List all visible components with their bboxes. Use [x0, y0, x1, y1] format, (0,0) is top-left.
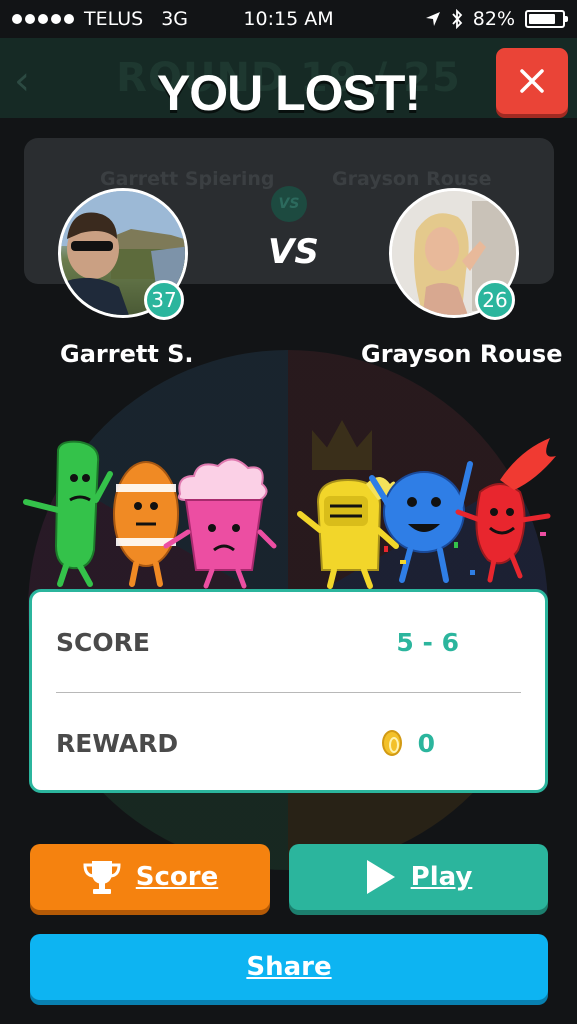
signal-strength-icon — [12, 14, 74, 24]
play-button-label: Play — [410, 862, 473, 892]
player-name-right: Grayson Rouse — [361, 340, 563, 368]
orange-character — [113, 461, 179, 587]
background-vs-badge: VS — [271, 186, 307, 222]
trophy-icon — [83, 861, 121, 894]
status-bar: TELUS 3G 10:15 AM 82% — [0, 0, 577, 38]
score-button[interactable]: Score — [30, 844, 270, 910]
result-title: YOU LOST! — [156, 65, 421, 121]
reward-value: 0 — [417, 728, 435, 758]
status-right: 82% — [425, 8, 568, 30]
reward-amount: 0 — [381, 728, 435, 758]
player-level-badge-left: 37 — [144, 280, 184, 320]
status-left: TELUS 3G — [12, 8, 188, 30]
share-button-label: Share — [246, 952, 332, 982]
reward-label: REWARD — [56, 728, 179, 758]
network-label: 3G — [161, 8, 189, 30]
player-name-left: Garrett S. — [60, 340, 194, 368]
close-button[interactable] — [496, 48, 568, 114]
score-card: SCORE 5 - 6 REWARD 0 — [29, 589, 548, 793]
reward-row: REWARD 0 — [32, 693, 545, 793]
play-button[interactable]: Play — [289, 844, 548, 910]
character-illustration — [23, 438, 556, 589]
background-left-name: Garrett Spiering — [100, 168, 275, 190]
background-right-name: Grayson Rouse — [332, 168, 492, 190]
player-level-badge-right: 26 — [475, 280, 515, 320]
score-value: 5 - 6 — [396, 627, 459, 657]
green-character — [23, 440, 113, 587]
close-icon — [520, 69, 544, 93]
play-icon — [366, 860, 395, 894]
score-button-label: Score — [135, 862, 219, 892]
location-arrow-icon — [425, 12, 440, 26]
carrier-label: TELUS — [84, 8, 144, 30]
red-character — [455, 438, 556, 583]
score-row: SCORE 5 - 6 — [32, 592, 545, 692]
score-label: SCORE — [56, 627, 150, 657]
battery-percent: 82% — [472, 8, 515, 30]
vs-label: VS — [268, 232, 319, 272]
bluetooth-icon — [452, 9, 463, 29]
battery-icon — [525, 10, 568, 28]
coin-icon — [381, 730, 402, 756]
pink-character — [163, 458, 277, 589]
share-button[interactable]: Share — [30, 934, 548, 1000]
